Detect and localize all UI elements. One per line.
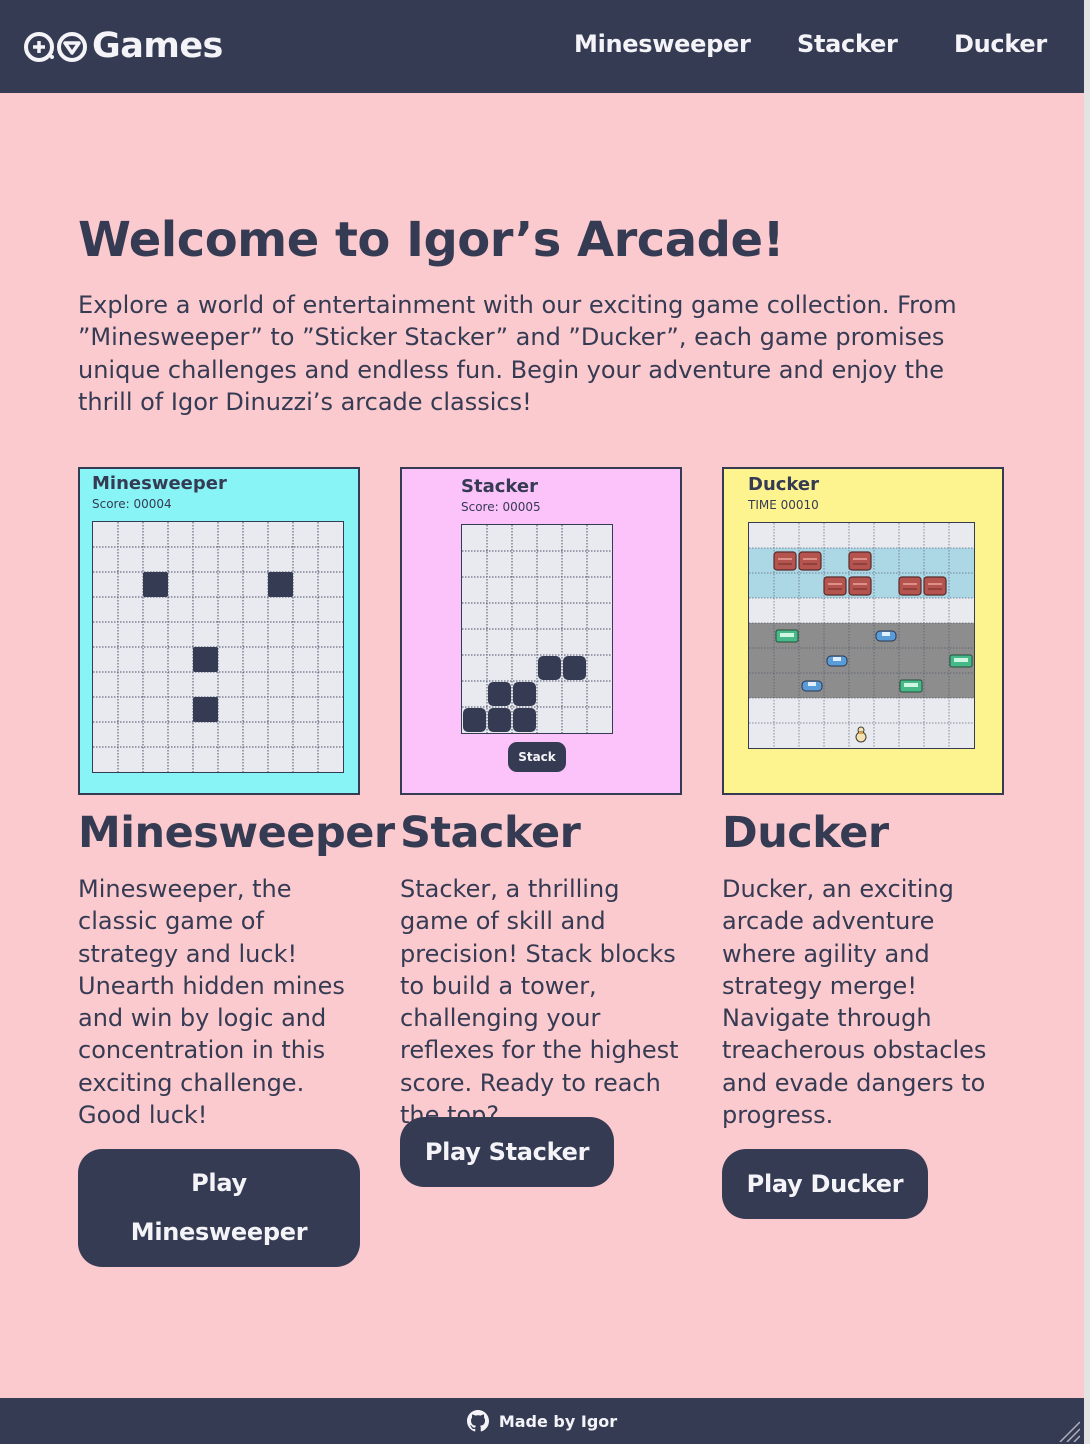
minesweeper-board[interactable] [93, 522, 343, 772]
stack-block [488, 708, 511, 732]
car-icon [801, 680, 823, 692]
footer-credit[interactable]: Made by Igor [499, 1412, 617, 1431]
stacker-preview[interactable]: Stacker Score: 00005 Stack [400, 467, 682, 795]
stack-block [563, 656, 586, 680]
window-edge [1084, 0, 1090, 1444]
minesweeper-title: Minesweeper [78, 808, 395, 858]
minesweeper-description: Minesweeper, the classic game of strateg… [78, 875, 345, 1130]
duck-player-icon [855, 726, 867, 743]
stacker-title: Stacker [400, 808, 581, 858]
stacker-board[interactable] [462, 525, 612, 733]
play-minesweeper-button[interactable]: Play Minesweeper [78, 1149, 360, 1267]
stack-block [488, 682, 511, 706]
car-icon [826, 655, 848, 667]
nav-link-minesweeper[interactable]: Minesweeper [574, 30, 751, 58]
site-logo[interactable]: Games [22, 24, 223, 68]
truck-icon [949, 654, 973, 668]
preview-score: Score: 00004 [92, 497, 172, 511]
preview-title: Stacker [461, 476, 538, 497]
stack-block [538, 656, 561, 680]
resize-grip-icon[interactable] [1056, 1418, 1080, 1442]
minesweeper-preview[interactable]: Minesweeper Score: 00004 [78, 467, 360, 795]
page-title: Welcome to Igor’s Arcade! [78, 212, 784, 268]
log-icon [773, 551, 797, 571]
car-icon [875, 630, 897, 642]
stack-block [463, 708, 486, 732]
preview-timer: TIME 00010 [748, 498, 819, 512]
revealed-cell [193, 697, 218, 722]
stacker-grid[interactable] [461, 524, 613, 734]
ducker-board[interactable] [749, 523, 974, 748]
nav-link-stacker[interactable]: Stacker [797, 30, 898, 58]
ducker-preview[interactable]: Ducker TIME 00010 [722, 467, 1004, 795]
stacker-description: Stacker, a thrilling game of skill and p… [400, 875, 679, 1130]
stack-button[interactable]: Stack [508, 742, 566, 772]
ducker-title: Ducker [722, 808, 889, 858]
log-icon [848, 576, 872, 596]
truck-icon [775, 629, 799, 643]
minesweeper-grid[interactable] [92, 521, 344, 773]
truck-icon [899, 679, 923, 693]
play-ducker-button[interactable]: Play Ducker [722, 1149, 928, 1219]
log-icon [798, 551, 822, 571]
log-icon [898, 576, 922, 596]
log-icon [923, 576, 947, 596]
stack-block [513, 682, 536, 706]
footer: Made by Igor [0, 1398, 1084, 1444]
ducker-board-frame[interactable] [748, 522, 975, 749]
nav-link-ducker[interactable]: Ducker [954, 30, 1047, 58]
revealed-cell [143, 572, 168, 597]
log-icon [823, 576, 847, 596]
play-stacker-button[interactable]: Play Stacker [400, 1117, 614, 1187]
preview-title: Minesweeper [92, 473, 227, 494]
intro-text: Explore a world of entertainment with ou… [78, 291, 957, 416]
stack-block [513, 708, 536, 732]
top-navbar: Games Minesweeper Stacker Ducker [0, 0, 1084, 93]
gamepad-logo-icon [24, 32, 87, 62]
preview-title: Ducker [748, 474, 819, 495]
ducker-description: Ducker, an exciting arcade adventure whe… [722, 875, 987, 1130]
logo-text: Games [92, 26, 223, 66]
revealed-cell [193, 647, 218, 672]
log-icon [848, 551, 872, 571]
preview-score: Score: 00005 [461, 500, 541, 514]
revealed-cell [268, 572, 293, 597]
github-icon[interactable] [466, 1410, 489, 1432]
